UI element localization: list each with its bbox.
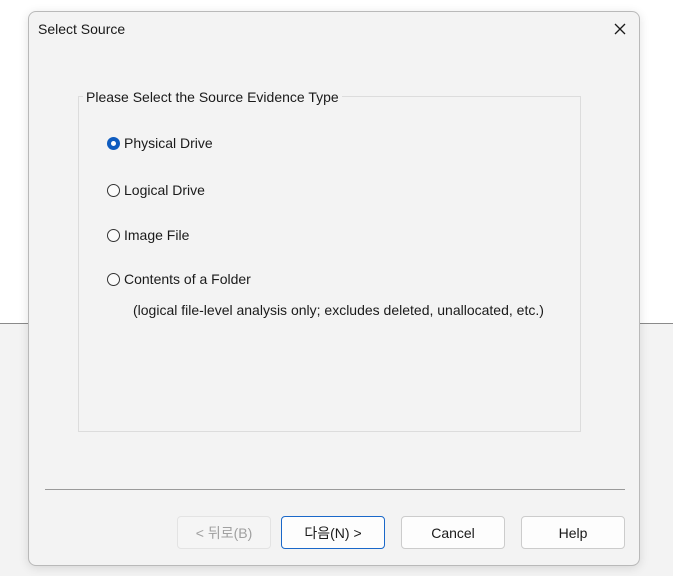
radio-image-file[interactable]: Image File: [107, 227, 189, 243]
folder-option-note: (logical file-level analysis only; exclu…: [133, 302, 544, 318]
group-legend: Please Select the Source Evidence Type: [83, 89, 342, 105]
radio-label: Contents of a Folder: [124, 271, 251, 287]
close-icon: [614, 23, 626, 35]
radio-logical-drive[interactable]: Logical Drive: [107, 182, 205, 198]
radio-unchecked-icon: [107, 228, 120, 242]
back-button[interactable]: < 뒤로(B): [177, 516, 271, 549]
radio-checked-icon: [107, 136, 120, 150]
footer-separator: [45, 489, 625, 490]
dialog-title: Select Source: [38, 21, 126, 37]
close-button[interactable]: [609, 18, 631, 40]
radio-physical-drive[interactable]: Physical Drive: [107, 135, 213, 151]
select-source-dialog: Select Source Please Select the Source E…: [28, 11, 640, 566]
radio-unchecked-icon: [107, 183, 120, 197]
radio-label: Physical Drive: [124, 135, 213, 151]
radio-unchecked-icon: [107, 272, 120, 286]
radio-label: Image File: [124, 227, 190, 243]
help-button[interactable]: Help: [521, 516, 625, 549]
source-type-group: Please Select the Source Evidence Type P…: [78, 89, 581, 432]
radio-label: Logical Drive: [124, 182, 205, 198]
radio-contents-of-folder[interactable]: Contents of a Folder: [107, 271, 251, 287]
next-button[interactable]: 다음(N) >: [281, 516, 385, 549]
cancel-button[interactable]: Cancel: [401, 516, 505, 549]
